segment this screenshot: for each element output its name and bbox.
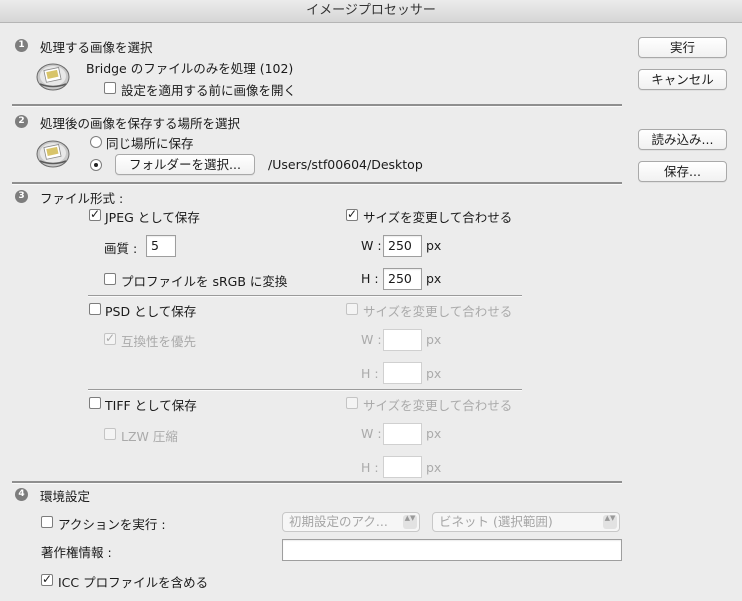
- psd-height-input[interactable]: [383, 362, 422, 384]
- bridge-icon: [36, 63, 70, 91]
- action-name-value: ビネット (選択範囲): [439, 514, 553, 529]
- save-jpeg-label: JPEG として保存: [105, 210, 200, 225]
- section-3-number: 3: [15, 190, 28, 203]
- cancel-button[interactable]: キャンセル: [638, 69, 727, 90]
- include-icc-label: ICC プロファイルを含める: [58, 575, 209, 590]
- select-folder-radio[interactable]: [90, 159, 102, 171]
- save-psd-checkbox[interactable]: [89, 303, 101, 315]
- divider: [88, 295, 522, 297]
- save-tiff-label: TIFF として保存: [105, 398, 197, 413]
- section-1-number: 1: [15, 39, 28, 52]
- action-set-select[interactable]: 初期設定のアク... ▲▼: [282, 512, 420, 532]
- updown-icon: ▲▼: [603, 515, 617, 529]
- divider: [12, 481, 622, 484]
- divider: [88, 389, 522, 391]
- include-icc-checkbox[interactable]: ✓: [41, 573, 53, 586]
- window-title: イメージプロセッサー: [0, 0, 742, 23]
- tiff-width-label: W :: [361, 426, 382, 441]
- section-4-number: 4: [15, 488, 28, 501]
- bridge-icon: [36, 140, 70, 168]
- same-location-radio[interactable]: [90, 136, 102, 148]
- tiff-height-unit: px: [426, 460, 442, 475]
- psd-height-label: H :: [361, 366, 379, 381]
- run-action-label: アクションを実行 :: [58, 517, 166, 532]
- psd-width-input[interactable]: [383, 329, 422, 351]
- psd-resize-checkbox[interactable]: [346, 303, 358, 315]
- maximize-compat-checkbox[interactable]: ✓: [104, 332, 116, 345]
- save-settings-button[interactable]: 保存...: [638, 161, 727, 182]
- jpeg-height-input[interactable]: 250: [383, 268, 422, 290]
- open-first-label: 設定を適用する前に画像を開く: [121, 83, 297, 98]
- source-label: Bridge のファイルのみを処理 (102): [86, 61, 294, 76]
- psd-height-unit: px: [426, 366, 442, 381]
- action-set-value: 初期設定のアク...: [289, 514, 388, 529]
- tiff-height-input[interactable]: [383, 456, 422, 478]
- jpeg-height-unit: px: [426, 271, 442, 286]
- lzw-checkbox[interactable]: [104, 428, 116, 440]
- tiff-height-label: H :: [361, 460, 379, 475]
- updown-icon: ▲▼: [403, 515, 417, 529]
- run-action-checkbox[interactable]: [41, 516, 53, 528]
- section-3-title: ファイル形式 :: [40, 191, 124, 206]
- psd-resize-label: サイズを変更して合わせる: [363, 304, 513, 319]
- jpeg-width-unit: px: [426, 238, 442, 253]
- save-psd-label: PSD として保存: [105, 304, 197, 319]
- section-4-title: 環境設定: [40, 489, 91, 504]
- jpeg-resize-label: サイズを変更して合わせる: [363, 210, 513, 225]
- load-button[interactable]: 読み込み...: [638, 129, 727, 150]
- divider: [12, 182, 622, 185]
- tiff-resize-label: サイズを変更して合わせる: [363, 398, 513, 413]
- tiff-width-input[interactable]: [383, 423, 422, 445]
- convert-srgb-label: プロファイルを sRGB に変換: [121, 274, 288, 289]
- run-button[interactable]: 実行: [638, 37, 727, 58]
- psd-width-label: W :: [361, 332, 382, 347]
- jpeg-width-input[interactable]: 250: [383, 235, 422, 257]
- jpeg-height-label: H :: [361, 271, 379, 286]
- tiff-resize-checkbox[interactable]: [346, 397, 358, 409]
- action-name-select[interactable]: ビネット (選択範囲) ▲▼: [432, 512, 620, 532]
- divider: [12, 104, 622, 107]
- section-2-title: 処理後の画像を保存する場所を選択: [40, 116, 241, 131]
- tiff-width-unit: px: [426, 426, 442, 441]
- save-jpeg-checkbox[interactable]: ✓: [89, 208, 101, 221]
- psd-width-unit: px: [426, 332, 442, 347]
- quality-label: 画質 :: [104, 241, 138, 256]
- quality-input[interactable]: 5: [146, 235, 176, 257]
- lzw-label: LZW 圧縮: [121, 429, 178, 444]
- folder-path: /Users/stf00604/Desktop: [268, 157, 423, 172]
- copyright-input[interactable]: [282, 539, 622, 561]
- select-folder-button[interactable]: フォルダーを選択...: [115, 154, 255, 175]
- copyright-label: 著作権情報 :: [41, 545, 112, 560]
- open-first-checkbox[interactable]: [104, 82, 116, 94]
- section-1-title: 処理する画像を選択: [40, 40, 153, 55]
- convert-srgb-checkbox[interactable]: [104, 273, 116, 285]
- save-tiff-checkbox[interactable]: [89, 397, 101, 409]
- section-2-number: 2: [15, 115, 28, 128]
- jpeg-width-label: W :: [361, 238, 382, 253]
- maximize-compat-label: 互換性を優先: [121, 334, 197, 349]
- same-location-label: 同じ場所に保存: [106, 136, 194, 151]
- jpeg-resize-checkbox[interactable]: ✓: [346, 208, 358, 221]
